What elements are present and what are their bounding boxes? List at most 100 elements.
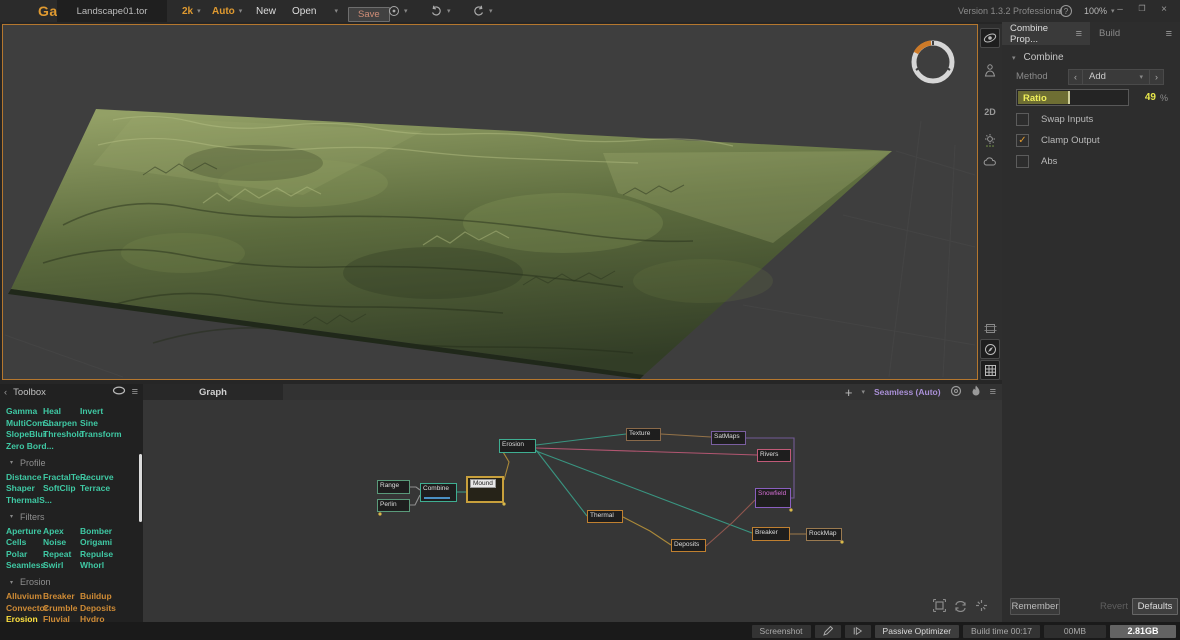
chevron-down-icon[interactable]: ▾ (861, 388, 865, 396)
checkbox-clamp-output[interactable]: ✓Clamp Output (1016, 133, 1100, 147)
undo-button[interactable]: ▾ (430, 0, 451, 22)
grid-toggle-button[interactable] (980, 360, 1000, 380)
toolbox-item[interactable]: Fluvial (43, 614, 80, 622)
save-button[interactable]: Save (348, 3, 390, 25)
open-button[interactable]: Open ▾ (292, 0, 338, 22)
checkbox-swap-inputs[interactable]: Swap Inputs (1016, 112, 1093, 126)
focus-selected-icon[interactable] (975, 599, 988, 617)
toolbox-item[interactable]: Aperture (6, 526, 43, 536)
toolbox-item[interactable]: Whorl (80, 560, 143, 570)
toolbox-item[interactable]: Erosion (6, 614, 43, 622)
redo-button[interactable]: ▾ (472, 0, 493, 22)
checkbox-abs[interactable]: Abs (1016, 154, 1057, 168)
document-tab[interactable]: Landscape01.tor (57, 0, 167, 22)
graph-node-perlin[interactable]: Perlin (377, 499, 410, 512)
viewport-3d[interactable] (2, 24, 978, 380)
toolbox-item[interactable]: ThermalS... (6, 495, 43, 505)
annotate-button[interactable] (815, 625, 841, 638)
seamless-mode-label[interactable]: Seamless (Auto) (874, 387, 941, 397)
toolbox-item[interactable]: Seamless (6, 560, 43, 570)
graph-node-snowfield[interactable]: Snowfield (755, 488, 791, 508)
toolbox-item[interactable]: Alluvium (6, 591, 43, 601)
toolbox-item[interactable]: Terrace (80, 483, 143, 493)
graph-node-deposits[interactable]: Deposits (671, 539, 706, 552)
toolbox-item[interactable]: Noise (43, 537, 80, 547)
resolution-dropdown[interactable]: 2k▾ (182, 0, 201, 22)
build-mode-dropdown[interactable]: Auto▾ (212, 0, 242, 22)
toolbox-item[interactable]: Crumble (43, 603, 80, 613)
tab-graph[interactable]: Graph (143, 384, 283, 400)
toolbox-item[interactable]: Bomber (80, 526, 143, 536)
node-ratio-slider[interactable] (424, 497, 450, 499)
fast-preview-button[interactable] (845, 625, 871, 638)
graph-node-rivers[interactable]: Rivers (757, 449, 791, 462)
collapse-panel-icon[interactable]: ‹ (4, 387, 7, 398)
toolbox-item[interactable]: Convector (6, 603, 43, 613)
toolbox-item[interactable]: SlopeBlur (6, 429, 43, 439)
new-button[interactable]: New (250, 0, 282, 22)
rebuild-icon[interactable] (950, 385, 962, 400)
toolbox-item[interactable]: Buildup (80, 591, 143, 601)
toolbox-item[interactable]: Transform (80, 429, 143, 439)
toolbox-menu-icon[interactable]: ≡ (132, 387, 138, 397)
toolbox-item[interactable]: Zero Bord... (6, 441, 43, 451)
graph-node-satmaps[interactable]: SatMaps (711, 431, 746, 445)
graph-node-breaker[interactable]: Breaker (752, 527, 790, 541)
toolbox-item[interactable]: Repulse (80, 549, 143, 559)
checkbox-unchecked-icon[interactable] (1016, 113, 1029, 126)
camera-view-button[interactable] (980, 60, 1000, 80)
menu-icon[interactable]: ≡ (1076, 29, 1082, 39)
minimize-button[interactable]: – (1114, 4, 1126, 15)
toolbox-item[interactable]: Repeat (43, 549, 80, 559)
frame-region-button[interactable] (980, 318, 1000, 338)
toolbox-item[interactable]: Invert (80, 406, 143, 416)
method-next-button[interactable]: › (1149, 69, 1164, 85)
toolbox-item[interactable]: Heal (43, 406, 80, 416)
revert-button[interactable]: Revert (1096, 598, 1132, 615)
toolbox-section-filters[interactable]: ▾Filters (10, 512, 143, 522)
defaults-button[interactable]: Defaults (1132, 598, 1178, 615)
tab-build[interactable]: Build ≡ (1091, 22, 1180, 45)
fit-graph-icon[interactable] (933, 599, 946, 617)
toolbox-item[interactable]: Hydro (80, 614, 143, 622)
toolbox-item[interactable]: Polar (6, 549, 43, 559)
toolbox-item[interactable]: Sine (80, 418, 143, 428)
checkbox-checked-icon[interactable]: ✓ (1016, 134, 1029, 147)
method-prev-button[interactable]: ‹ (1068, 69, 1083, 85)
graph-node-rockmap[interactable]: RockMap (806, 528, 842, 541)
preview-eye-icon[interactable] (112, 386, 126, 398)
section-header-combine[interactable]: ▾ Combine (1012, 52, 1064, 63)
build-button[interactable]: ▾ (388, 0, 408, 22)
toolbox-scrollbar[interactable] (139, 454, 142, 522)
method-dropdown[interactable]: Add ▾ (1083, 69, 1149, 85)
graph-node-mound[interactable]: Mound (466, 476, 504, 503)
toolbox-item[interactable]: Recurve (80, 472, 143, 482)
help-button[interactable]: ? (1060, 0, 1072, 22)
refresh-layout-icon[interactable] (954, 599, 967, 617)
graph-node-erosion[interactable]: Erosion (499, 439, 536, 453)
toolbox-section-profile[interactable]: ▾Profile (10, 458, 143, 468)
graph-menu-icon[interactable]: ≡ (990, 387, 996, 397)
toolbox-item[interactable]: Gamma (6, 406, 43, 416)
toolbox-item[interactable]: Distance (6, 472, 43, 482)
toolbox-section-erosion[interactable]: ▾Erosion (10, 577, 143, 587)
remember-button[interactable]: Remember (1010, 598, 1060, 615)
flame-icon[interactable] (971, 385, 981, 400)
node-graph-canvas[interactable]: RangePerlinCombineMoundErosionTextureSat… (143, 400, 1002, 622)
orbit-view-button[interactable] (980, 28, 1000, 48)
toolbox-item[interactable]: Breaker (43, 591, 80, 601)
compass-toggle-button[interactable] (980, 339, 1000, 359)
screenshot-button[interactable]: Screenshot (752, 625, 811, 638)
atmosphere-button[interactable] (980, 152, 1000, 172)
graph-node-range[interactable]: Range (377, 480, 410, 494)
ui-zoom-dropdown[interactable]: 100%▾ (1084, 0, 1115, 22)
ratio-slider-cursor[interactable] (1068, 91, 1070, 104)
close-button[interactable]: × (1158, 4, 1170, 15)
toolbox-item[interactable]: Shaper (6, 483, 43, 493)
toolbox-item[interactable]: Threshold (43, 429, 80, 439)
toolbox-item[interactable]: Swirl (43, 560, 80, 570)
toolbox-item[interactable]: Origami (80, 537, 143, 547)
toolbox-item[interactable]: SoftClip (43, 483, 80, 493)
toolbox-item[interactable]: Sharpen (43, 418, 80, 428)
add-node-button[interactable]: + (845, 385, 853, 400)
